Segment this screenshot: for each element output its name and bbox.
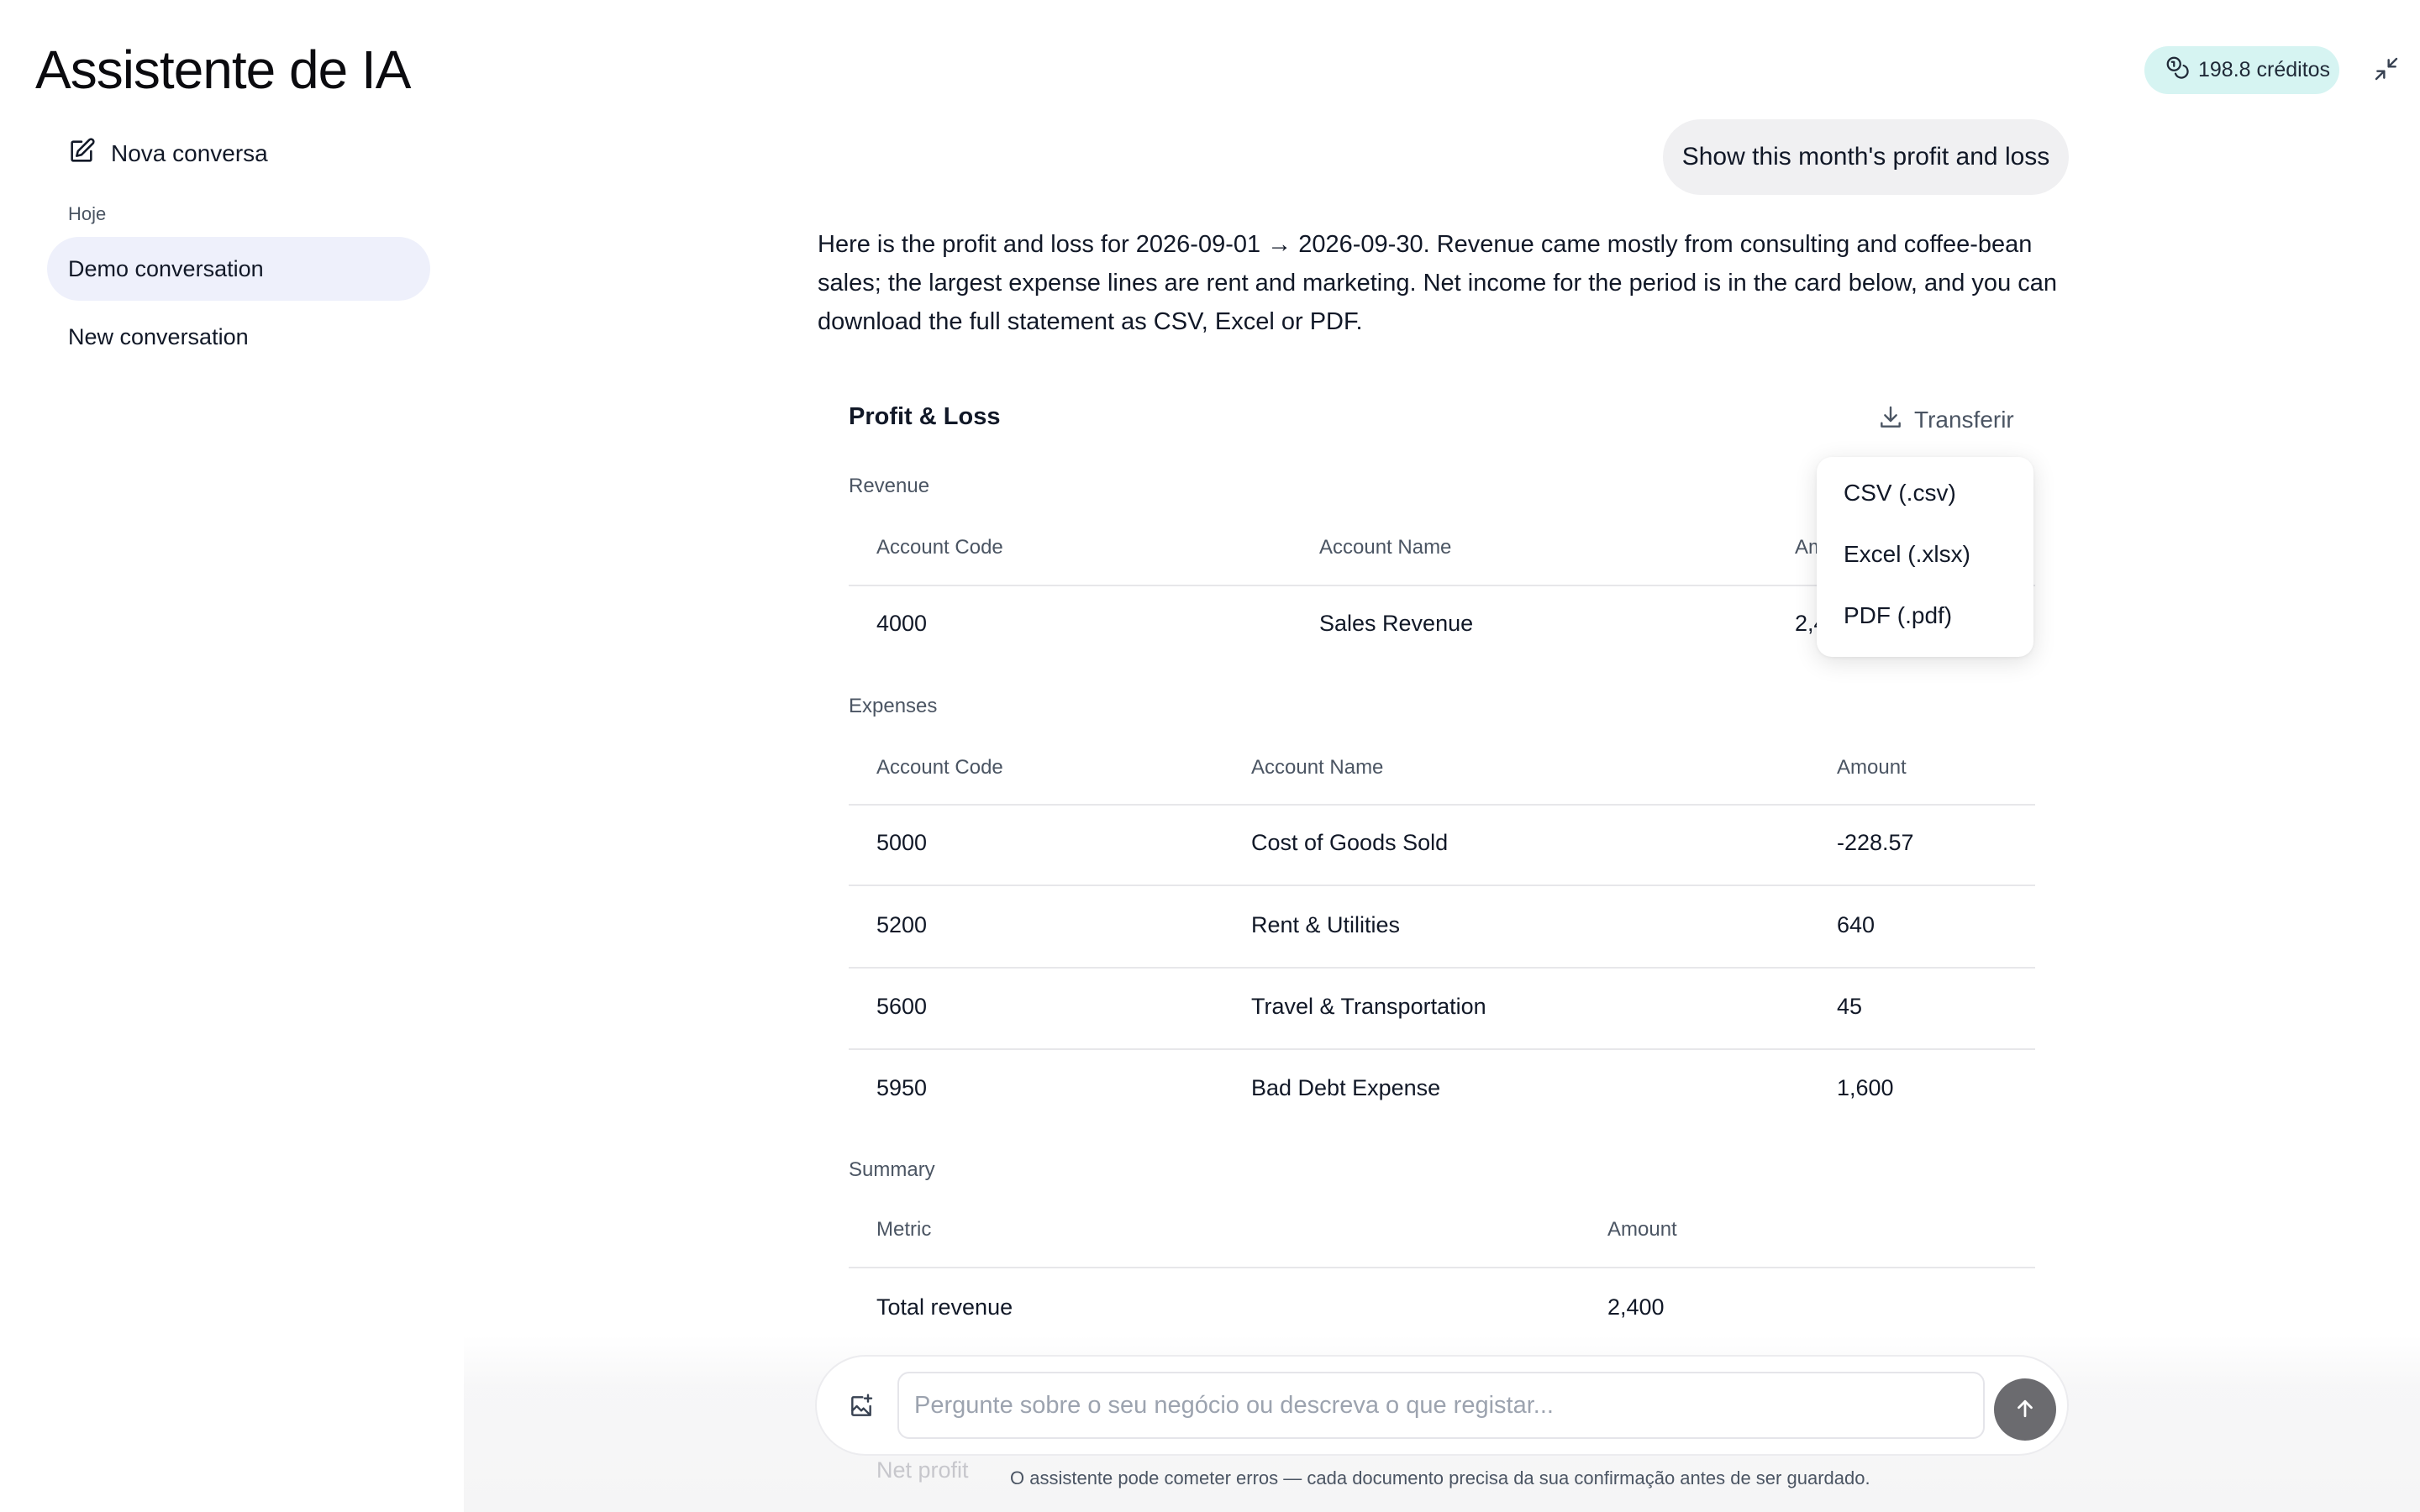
- assistant-message: Here is the profit and loss for 2026-09-…: [818, 231, 2058, 335]
- revenue-row-name: Sales Revenue: [1319, 611, 1474, 636]
- attach-image-button[interactable]: [844, 1391, 878, 1425]
- sidebar-item-label: New conversation: [68, 323, 249, 349]
- table-divider: [849, 804, 2035, 806]
- minimize-icon: [2373, 55, 2400, 87]
- sidebar-item-label: Demo conversation: [68, 255, 264, 281]
- expense-row-code: 5600: [876, 994, 928, 1019]
- expense-row-code: 5000: [876, 830, 928, 855]
- expense-row-code: 5200: [876, 912, 928, 937]
- arrow-up-icon: [2012, 1396, 2038, 1424]
- summary-section-label: Summary: [849, 1158, 935, 1181]
- column-header-amount: Amount: [1607, 1218, 1677, 1241]
- edit-icon: [67, 137, 96, 171]
- credits-badge[interactable]: 198.8 créditos: [2144, 46, 2339, 94]
- revenue-section-label: Revenue: [849, 475, 930, 497]
- table-divider: [849, 1048, 2035, 1050]
- image-add-icon: [848, 1393, 875, 1424]
- sidebar-item-new-conversation[interactable]: New conversation: [47, 305, 430, 369]
- credits-count: 198.8 créditos: [2198, 58, 2331, 81]
- summary-row-metric: Total revenue: [876, 1294, 1013, 1320]
- download-button[interactable]: Transferir: [1877, 403, 2014, 437]
- column-header-account-code: Account Code: [876, 756, 1003, 779]
- expense-row-name: Travel & Transportation: [1251, 994, 1486, 1019]
- download-menu: CSV (.csv) Excel (.xlsx) PDF (.pdf): [1817, 457, 2033, 657]
- column-header-metric: Metric: [876, 1218, 932, 1241]
- summary-row-metric: Net profit: [876, 1457, 969, 1483]
- menu-item-csv[interactable]: CSV (.csv): [1844, 480, 1956, 507]
- new-conversation-button[interactable]: Nova conversa: [67, 133, 268, 175]
- menu-item-excel[interactable]: Excel (.xlsx): [1844, 541, 1970, 568]
- expense-row-name: Bad Debt Expense: [1251, 1075, 1441, 1100]
- column-header-account-name: Account Name: [1251, 756, 1384, 779]
- expense-row-code: 5950: [876, 1075, 928, 1100]
- table-divider: [849, 885, 2035, 886]
- prompt-input[interactable]: [897, 1372, 1985, 1439]
- expenses-section-label: Expenses: [849, 695, 938, 717]
- download-label: Transferir: [1914, 407, 2014, 433]
- disclaimer-text: O assistente pode cometer erros — cada d…: [1010, 1467, 1870, 1488]
- sidebar-item-demo-conversation[interactable]: Demo conversation: [47, 237, 430, 301]
- coins-icon: [2165, 55, 2190, 86]
- summary-row-amount: 2,400: [1607, 1294, 1665, 1320]
- expense-row-name: Rent & Utilities: [1251, 912, 1401, 937]
- revenue-row-code: 4000: [876, 611, 928, 636]
- minimize-button[interactable]: [2370, 54, 2403, 87]
- column-header-account-name: Account Name: [1319, 536, 1452, 559]
- expense-row-amount: -228.57: [1837, 830, 1914, 855]
- send-button[interactable]: [1994, 1378, 2056, 1441]
- report-title: Profit & Loss: [849, 403, 1001, 430]
- new-conversation-label: Nova conversa: [111, 140, 268, 166]
- table-divider: [849, 1267, 2035, 1268]
- column-header-account-code: Account Code: [876, 536, 1003, 559]
- table-divider: [849, 967, 2035, 969]
- expense-row-amount: 1,600: [1837, 1075, 1894, 1100]
- expense-row-amount: 640: [1837, 912, 1876, 937]
- page-title: Assistente de IA: [35, 39, 411, 100]
- column-header-amount: Amount: [1837, 756, 1907, 779]
- sidebar-section-today: Hoje: [68, 203, 107, 224]
- expense-row-amount: 45: [1837, 994, 1863, 1019]
- menu-item-pdf[interactable]: PDF (.pdf): [1844, 602, 1952, 629]
- download-icon: [1877, 404, 1904, 437]
- user-message: Show this month's profit and loss: [1663, 119, 2069, 195]
- expense-row-name: Cost of Goods Sold: [1251, 830, 1449, 855]
